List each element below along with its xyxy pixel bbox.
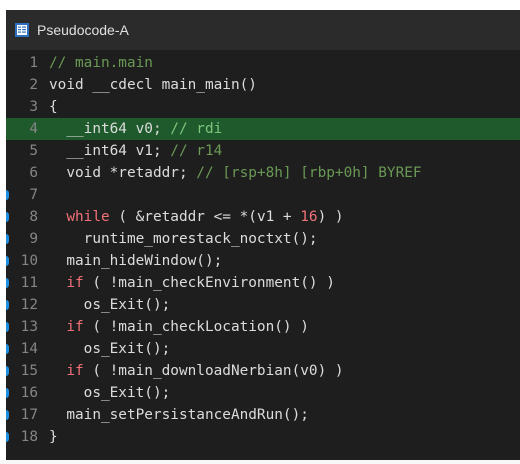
line-number: 14 — [20, 341, 38, 357]
code-line[interactable]: 8 while ( &retaddr <= *(v1 + 16) ) — [6, 206, 520, 228]
code-token: } — [49, 429, 58, 445]
code-line[interactable]: 1 // main.main — [6, 52, 520, 74]
code-line[interactable]: 12 os_Exit(); — [6, 294, 520, 316]
line-number: 4 — [29, 121, 38, 137]
code-line[interactable]: 5 __int64 v1; // r14 — [6, 140, 520, 162]
code-line[interactable]: 18} — [6, 426, 520, 448]
breakpoint-marker-icon[interactable] — [6, 366, 9, 376]
breakpoint-marker-icon[interactable] — [6, 388, 9, 398]
line-number: 6 — [29, 165, 38, 181]
line-number: 12 — [20, 297, 38, 313]
code-text: } — [49, 426, 58, 448]
code-token: if — [49, 363, 84, 379]
code-token: main_hideWindow(); — [49, 253, 223, 269]
breakpoint-marker-icon[interactable] — [6, 410, 9, 420]
code-token: os_Exit(); — [49, 297, 171, 313]
code-text: __int64 v0; // rdi — [49, 118, 222, 140]
code-text: void *retaddr; // [rsp+8h] [rbp+0h] BYRE… — [49, 162, 422, 184]
code-text: os_Exit(); — [49, 382, 171, 404]
breakpoint-marker-icon[interactable] — [6, 322, 9, 332]
line-number: 1 — [29, 55, 38, 71]
breakpoint-marker-icon[interactable] — [6, 256, 9, 266]
code-text: os_Exit(); — [49, 294, 171, 316]
code-text: if ( !main_downloadNerbian(v0) ) — [49, 360, 344, 382]
code-line[interactable]: 2 void __cdecl main_main() — [6, 74, 520, 96]
pseudocode-tab[interactable]: Pseudocode-A — [6, 10, 520, 50]
code-token: if — [49, 275, 84, 291]
code-token: __int64 v1; — [49, 143, 171, 159]
code-token: ) ) — [317, 209, 344, 225]
code-line[interactable]: 6 void *retaddr; // [rsp+8h] [rbp+0h] BY… — [6, 162, 520, 184]
code-text: runtime_morestack_noctxt(); — [49, 228, 318, 250]
code-token: ( &retaddr <= *(v1 + — [109, 209, 301, 225]
code-token: // main.main — [49, 55, 153, 71]
line-number: 17 — [20, 407, 38, 423]
code-token: main_setPersistanceAndRun(); — [49, 407, 309, 423]
bottom-border — [0, 460, 520, 464]
line-number: 2 — [29, 77, 38, 93]
code-token: os_Exit(); — [49, 385, 171, 401]
breakpoint-marker-icon[interactable] — [6, 190, 9, 200]
breakpoint-marker-icon[interactable] — [6, 300, 9, 310]
code-text: main_hideWindow(); — [49, 250, 222, 272]
breakpoint-marker-icon[interactable] — [6, 278, 9, 288]
code-token: os_Exit(); — [49, 341, 171, 357]
code-text: // main.main — [49, 52, 153, 74]
code-token: { — [49, 99, 58, 115]
line-number: 3 — [29, 99, 38, 115]
code-line[interactable]: 3{ — [6, 96, 520, 118]
code-token: // rdi — [170, 121, 223, 137]
code-line[interactable]: 7 — [6, 184, 520, 206]
code-token: void *retaddr; — [49, 165, 197, 181]
ida-pseudocode-window: Pseudocode-A 1 // main.main 2 void __cdecl … — [0, 0, 520, 464]
code-line[interactable]: 4 __int64 v0; // rdi — [6, 118, 520, 140]
code-token: runtime_morestack_noctxt(); — [49, 231, 318, 247]
line-number: 7 — [29, 187, 38, 203]
code-text: main_setPersistanceAndRun(); — [49, 404, 309, 426]
code-token: while — [49, 209, 110, 225]
code-text: os_Exit(); — [49, 338, 171, 360]
line-number: 18 — [20, 429, 38, 445]
pseudocode-document-icon — [14, 22, 30, 38]
code-token: __int64 v0; — [49, 121, 171, 137]
code-token: // r14 — [170, 143, 223, 159]
code-token: ( !main_downloadNerbian(v0) ) — [83, 363, 344, 379]
pseudocode-editor[interactable]: 1// main.main 2 void __cdecl main_main() 3{… — [6, 50, 520, 460]
breakpoint-marker-icon[interactable] — [6, 432, 9, 442]
code-line[interactable]: 10 main_hideWindow(); — [6, 250, 520, 272]
line-number: 11 — [20, 275, 38, 291]
code-token: ( !main_checkEnvironment() ) — [83, 275, 335, 291]
code-token: if — [49, 319, 84, 335]
code-line[interactable]: 11 if ( !main_checkEnvironment() ) — [6, 272, 520, 294]
code-line[interactable]: 16 os_Exit(); — [6, 382, 520, 404]
line-number: 10 — [20, 253, 38, 269]
code-line[interactable]: 17 main_setPersistanceAndRun(); — [6, 404, 520, 426]
line-number: 8 — [29, 209, 38, 225]
code-line[interactable]: 13 if ( !main_checkLocation() ) — [6, 316, 520, 338]
breakpoint-marker-icon[interactable] — [6, 212, 9, 222]
code-token: // [rsp+8h] [rbp+0h] BYREF — [196, 165, 422, 181]
code-text: if ( !main_checkEnvironment() ) — [49, 272, 335, 294]
code-line[interactable]: 15 if ( !main_downloadNerbian(v0) ) — [6, 360, 520, 382]
line-number: 9 — [29, 231, 38, 247]
code-line[interactable]: 9 runtime_morestack_noctxt(); — [6, 228, 520, 250]
code-token: 16 — [300, 209, 318, 225]
line-number: 16 — [20, 385, 38, 401]
breakpoint-marker-icon[interactable] — [6, 344, 9, 354]
line-number: 13 — [20, 319, 38, 335]
code-token: ( !main_checkLocation() ) — [83, 319, 309, 335]
tab-title: Pseudocode-A — [37, 22, 129, 38]
code-text: void __cdecl main_main() — [49, 74, 257, 96]
code-text: { — [49, 96, 58, 118]
code-text: while ( &retaddr <= *(v1 + 16) ) — [49, 206, 344, 228]
breakpoint-marker-icon[interactable] — [6, 234, 9, 244]
code-text: if ( !main_checkLocation() ) — [49, 316, 309, 338]
line-number: 15 — [20, 363, 38, 379]
code-line[interactable]: 14 os_Exit(); — [6, 338, 520, 360]
line-number: 5 — [29, 143, 38, 159]
code-text: __int64 v1; // r14 — [49, 140, 222, 162]
code-token: void __cdecl main_main() — [49, 77, 257, 93]
